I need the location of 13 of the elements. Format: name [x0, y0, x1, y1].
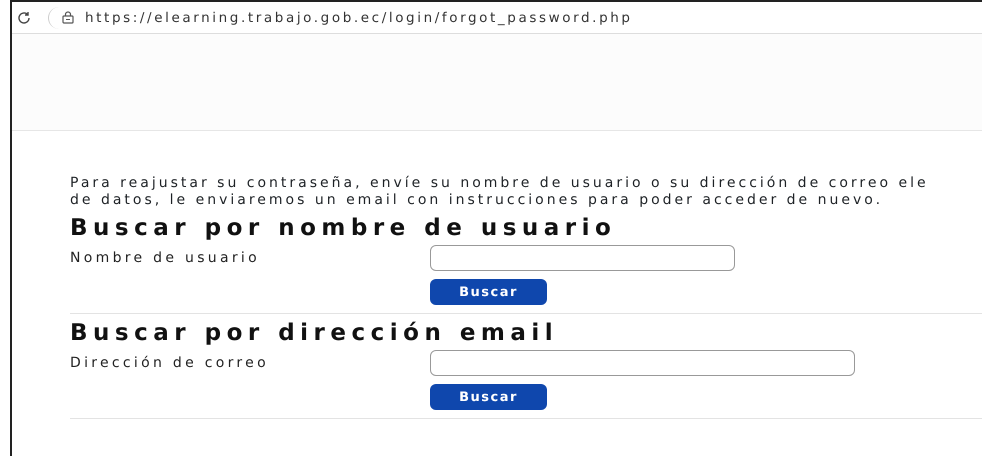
address-bar[interactable]: https://elearning.trabajo.gob.ec/login/forgot_password.php	[48, 6, 982, 28]
url-text: https://elearning.trabajo.gob.ec/login/forgot_password.php	[85, 10, 633, 26]
field-label: Nombre de usuario	[70, 250, 261, 266]
section-heading: Buscar por dirección email	[70, 320, 560, 346]
intro-paragraph: Para reajustar su contraseña, envíe su nombre de usuario o su dirección de correo ele de datos, le enviaremos un email con instrucciones para poder acceder de nuevo.	[70, 175, 930, 209]
reload-icon[interactable]	[16, 10, 32, 26]
section-heading: Buscar por nombre de usuario	[70, 215, 618, 241]
field-label: Dirección de correo	[70, 355, 270, 371]
search-button[interactable]: Buscar	[430, 279, 547, 305]
input-field[interactable]	[430, 245, 735, 271]
search-button[interactable]: Buscar	[430, 384, 547, 410]
input-field[interactable]	[430, 350, 855, 376]
lock-icon[interactable]	[61, 10, 75, 24]
